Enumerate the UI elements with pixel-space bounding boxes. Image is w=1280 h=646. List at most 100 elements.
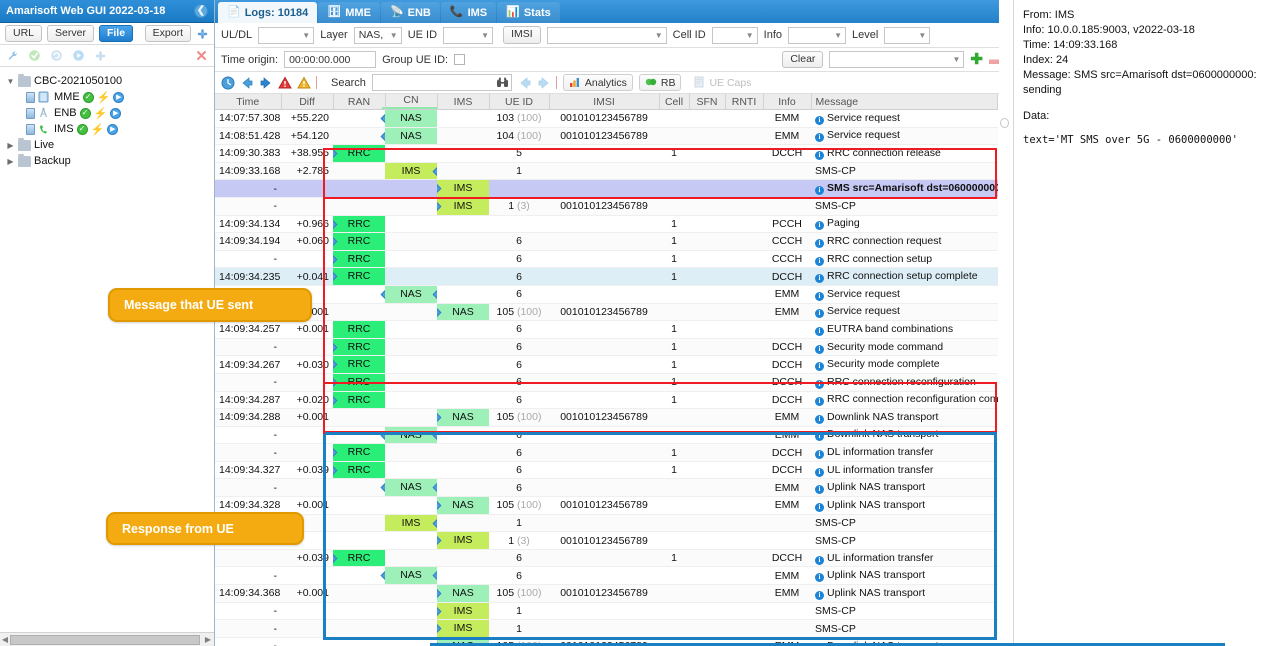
clear-button[interactable]: Clear (782, 50, 824, 69)
start-play-icon[interactable]: ▶ (110, 107, 122, 119)
col-ran[interactable]: RAN (333, 94, 386, 110)
binoculars-icon[interactable] (496, 76, 509, 92)
table-row[interactable]: - RRC 6 1 DCCH i Security mode command (215, 338, 998, 357)
table-row[interactable]: -IMS1SMS-CP (215, 514, 998, 533)
refresh-icon[interactable] (50, 49, 63, 62)
tab-mme[interactable]: 🗄 MME (318, 2, 380, 23)
tree-folder-backup[interactable]: ▶ Backup (4, 153, 214, 169)
table-row[interactable]: -IMS1 (3)001010123456789SMS-CP (215, 197, 998, 216)
table-row[interactable]: 14:07:57.308 +55.220 NAS 103 (100) 001010123… (215, 109, 998, 128)
tree-item-enb[interactable]: ENB ✓ ⚡ ▶ (4, 105, 214, 121)
col-info[interactable]: Info (763, 94, 812, 110)
close-icon[interactable] (195, 49, 208, 62)
table-row[interactable]: -IMS1 (3)001010123456789SMS-CP (215, 531, 998, 550)
col-time[interactable]: Time (215, 94, 282, 110)
scroll-left-arrow-icon[interactable]: ◀ (0, 635, 10, 644)
tab-ims[interactable]: 📞 IMS (440, 2, 497, 23)
table-row[interactable]: -IMS1SMS-CP (215, 602, 998, 621)
tab-logs[interactable]: 📄 Logs: 10184 (218, 2, 318, 23)
tab-stats[interactable]: 📊 Stats (497, 2, 560, 23)
table-row[interactable]: 14:09:34.287 +0.020 RRC 6 1 DCCH i RRC connecti… (215, 391, 998, 410)
col-cell[interactable]: Cell (659, 94, 690, 110)
col-ims[interactable]: IMS (437, 94, 490, 110)
table-row[interactable]: 14:09:34.328 +0.001 NAS 105 (100) 0010101234… (215, 496, 998, 515)
tree-item-ims[interactable]: IMS ✓ ⚡ ▶ (4, 121, 214, 137)
table-row[interactable]: NAS 6 EMM i Service request (215, 285, 998, 304)
col-rnti[interactable]: RNTI (725, 94, 764, 110)
table-row[interactable]: - RRC 6 1 DCCH i DL information transfer (215, 443, 998, 462)
plus-icon[interactable]: ✚ (970, 52, 983, 67)
table-row[interactable]: +0.039 RRC 6 1 DCCH i UL information transfer (215, 549, 998, 568)
search-next-icon[interactable] (537, 76, 550, 89)
tab-enb[interactable]: 📡 ENB (380, 2, 440, 23)
url-button[interactable]: URL (5, 24, 43, 43)
scroll-right-arrow-icon[interactable]: ▶ (203, 635, 213, 644)
export-button[interactable]: Export (144, 24, 191, 43)
power-bolt-icon[interactable]: ⚡ (91, 123, 105, 136)
scrollbar-thumb[interactable] (10, 635, 200, 645)
chevron-left-icon[interactable]: ❮ (194, 4, 208, 18)
col-ueid[interactable]: UE ID (489, 94, 550, 110)
search-input[interactable] (371, 74, 512, 92)
arrow-right-icon[interactable] (259, 76, 272, 89)
table-row[interactable]: - RRC 6 1 DCCH i RRC connection reconfiguratio… (215, 373, 998, 392)
table-row[interactable]: - RRC 6 1 CCCH i RRC connection setup (215, 250, 998, 269)
chevron-down-icon[interactable]: ▼ (6, 77, 15, 86)
search-prev-icon[interactable] (518, 76, 531, 89)
table-row[interactable]: 14:09:34.368 +0.001 NAS 105 (100) 0010101234… (215, 584, 998, 603)
left-horizontal-scrollbar[interactable]: ◀ ▶ (0, 632, 214, 646)
start-play-icon[interactable]: ▶ (107, 123, 119, 135)
start-play-icon[interactable]: ▶ (113, 91, 125, 103)
table-row[interactable]: 14:09:34.267 +0.030 RRC 6 1 DCCH i Security mod… (215, 355, 998, 374)
ue-caps-button[interactable]: UE Caps (687, 74, 757, 91)
arrow-left-icon[interactable] (240, 76, 253, 89)
col-imsi[interactable]: IMSI (549, 94, 660, 110)
error-triangle-icon[interactable] (278, 76, 292, 89)
uldl-select[interactable]: ▼ (258, 26, 315, 44)
table-row[interactable]: 14:09:33.168 +2.785 IMS 1 SMS-CP (215, 162, 998, 181)
table-row[interactable]: 14:09:34.194 +0.060 RRC 6 1 CCCH i RRC connecti… (215, 232, 998, 251)
wrench-icon[interactable] (6, 49, 19, 62)
server-button[interactable]: Server (47, 24, 94, 43)
table-row[interactable]: 14:09:34.257 +0.001 RRC 6 1 i EUTRA band combi… (215, 320, 998, 339)
log-table-container[interactable]: Time Diff RAN CN IMS UE ID IMSI Cell SFN… (215, 94, 1010, 646)
file-button[interactable]: File (98, 24, 134, 43)
imsi-button[interactable]: IMSI (503, 26, 541, 44)
table-row[interactable]: 14:09:34.134 +0.966 RRC 1 PCCH i Paging (215, 215, 998, 234)
tree-root-cbc[interactable]: ▼ CBC-2021050100 (4, 73, 214, 89)
chevron-right-icon[interactable]: ▶ (6, 141, 15, 150)
table-row[interactable]: 14:08:51.428 +54.120 NAS 104 (100) 001010123… (215, 127, 998, 146)
col-diff[interactable]: Diff (281, 94, 334, 110)
col-cn[interactable]: CN (381, 94, 441, 110)
warning-triangle-icon[interactable] (297, 76, 311, 89)
table-row[interactable]: - NAS 6 EMM i Uplink NAS transport (215, 478, 998, 498)
cellid-select[interactable]: ▼ (711, 26, 758, 44)
group-ueid-checkbox[interactable] (454, 54, 466, 65)
table-row[interactable]: 14:09:34.237+0.001NAS105 (100)0010101234… (215, 303, 998, 322)
col-sfn[interactable]: SFN (689, 94, 726, 110)
plug-icon[interactable] (94, 49, 107, 62)
time-origin-input[interactable]: 00:00:00.000 (284, 51, 377, 68)
table-row[interactable]: 14:09:30.383 +38.955 RRC 5 1 DCCH i RRC connect… (215, 144, 998, 163)
level-select[interactable]: ▼ (884, 26, 931, 44)
table-row[interactable]: 14:09:34.288 +0.001 NAS 105 (100) 0010101234… (215, 408, 998, 427)
table-row[interactable]: - IMS iSMS src=Amarisoft dst=0600000000: s… (215, 179, 998, 198)
info-select[interactable]: ▼ (788, 26, 847, 44)
table-row[interactable]: - NAS 6 EMM i Downlink NAS transport (215, 426, 998, 445)
rb-button[interactable]: RB (638, 74, 682, 91)
table-row[interactable]: -IMS1SMS-CP (215, 619, 998, 638)
scrollbar-handle[interactable] (1000, 118, 1009, 128)
analytics-button[interactable]: Analytics (562, 74, 633, 91)
clock-icon[interactable] (221, 76, 235, 90)
table-row[interactable]: 14:09:34.235 +0.041 RRC 6 1 DCCH i RRC connecti… (215, 267, 998, 286)
power-bolt-icon[interactable]: ⚡ (97, 91, 111, 104)
ueid-select[interactable]: ▼ (443, 26, 494, 44)
tree-item-mme[interactable]: MME ✓ ⚡ ▶ (4, 89, 214, 105)
chevron-right-icon[interactable]: ▶ (6, 157, 15, 166)
table-row[interactable]: - NAS 6 EMM i Uplink NAS transport (215, 566, 998, 586)
power-bolt-icon[interactable]: ⚡ (94, 107, 108, 120)
tree-folder-live[interactable]: ▶ Live (4, 137, 214, 153)
preset-select[interactable]: ▼ (829, 51, 965, 68)
play-circle-icon[interactable] (72, 49, 85, 62)
log-table-vertical-scrollbar[interactable] (999, 0, 1010, 646)
